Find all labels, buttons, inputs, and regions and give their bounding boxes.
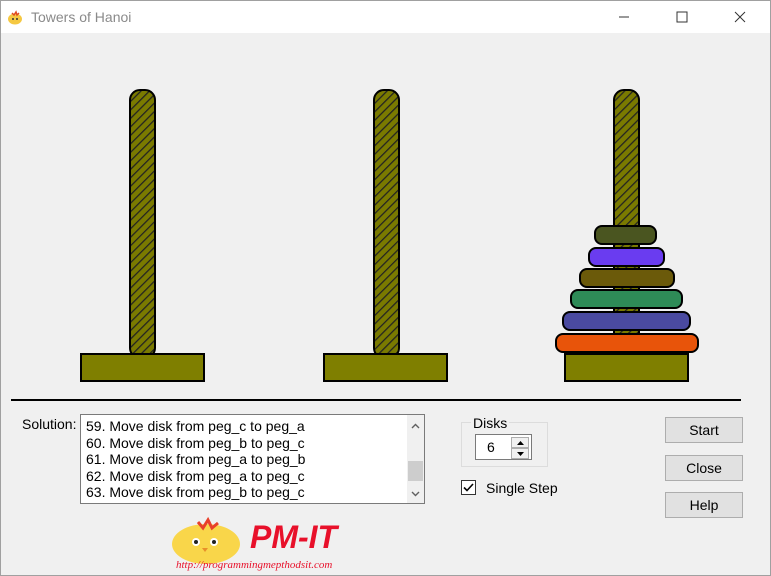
peg-b-base (323, 353, 448, 382)
scroll-down-button[interactable] (407, 485, 424, 502)
separator-line (11, 399, 741, 401)
peg-a-base (80, 353, 205, 382)
disk-2 (588, 247, 665, 267)
maximize-icon (676, 11, 688, 23)
chevron-down-icon (411, 491, 420, 496)
disk-3 (579, 268, 675, 288)
title-bar[interactable]: Towers of Hanoi (1, 1, 770, 33)
maximize-button[interactable] (659, 1, 705, 33)
minimize-icon (619, 16, 629, 18)
list-item[interactable]: 62. Move disk from peg_a to peg_c (86, 468, 305, 484)
arrow-up-icon (516, 440, 524, 445)
watermark-text: PM-IT (250, 519, 340, 555)
close-button[interactable]: Close (665, 455, 743, 481)
disk-6 (555, 333, 699, 353)
solution-label: Solution: (22, 416, 77, 432)
app-window: Towers of Hanoi Solution: 59. Move disk … (0, 0, 771, 576)
solution-scrollbar[interactable] (407, 415, 424, 503)
chevron-up-icon (411, 423, 420, 428)
peg-a (80, 89, 205, 382)
disks-increment-button[interactable] (511, 437, 529, 448)
peg-b (323, 89, 448, 382)
window-title: Towers of Hanoi (31, 9, 132, 25)
list-item[interactable]: 60. Move disk from peg_b to peg_c (86, 435, 305, 451)
disks-spinner[interactable]: 6 (475, 434, 532, 460)
disk-4 (570, 289, 683, 309)
list-item[interactable]: 59. Move disk from peg_c to peg_a (86, 418, 305, 434)
scroll-up-button[interactable] (407, 417, 424, 434)
disks-decrement-button[interactable] (511, 448, 529, 459)
close-icon (734, 11, 746, 23)
single-step-checkbox[interactable] (461, 480, 476, 495)
disk-5 (562, 311, 691, 331)
disk-1 (594, 225, 657, 245)
checkmark-icon (463, 483, 474, 492)
pm-it-watermark-logo: PM-IT http://programmingmepthodsit.com (172, 516, 340, 571)
hanoi-canvas (1, 34, 770, 400)
disks-value[interactable]: 6 (487, 439, 495, 455)
minimize-button[interactable] (601, 1, 647, 33)
list-item[interactable]: 61. Move disk from peg_a to peg_b (86, 451, 305, 467)
watermark-url: http://programmingmepthodsit.com (176, 559, 332, 571)
solution-list[interactable]: 59. Move disk from peg_c to peg_a 60. Mo… (80, 414, 425, 504)
help-button[interactable]: Help (665, 492, 743, 518)
scroll-thumb[interactable] (408, 461, 423, 481)
single-step-label[interactable]: Single Step (486, 480, 558, 496)
disks-label: Disks (471, 415, 510, 431)
start-button[interactable]: Start (665, 417, 743, 443)
list-item[interactable]: 63. Move disk from peg_b to peg_c (86, 484, 305, 500)
close-window-button[interactable] (717, 1, 763, 33)
arrow-down-icon (516, 451, 524, 456)
peg-c-base (564, 353, 689, 382)
app-icon (8, 10, 22, 25)
